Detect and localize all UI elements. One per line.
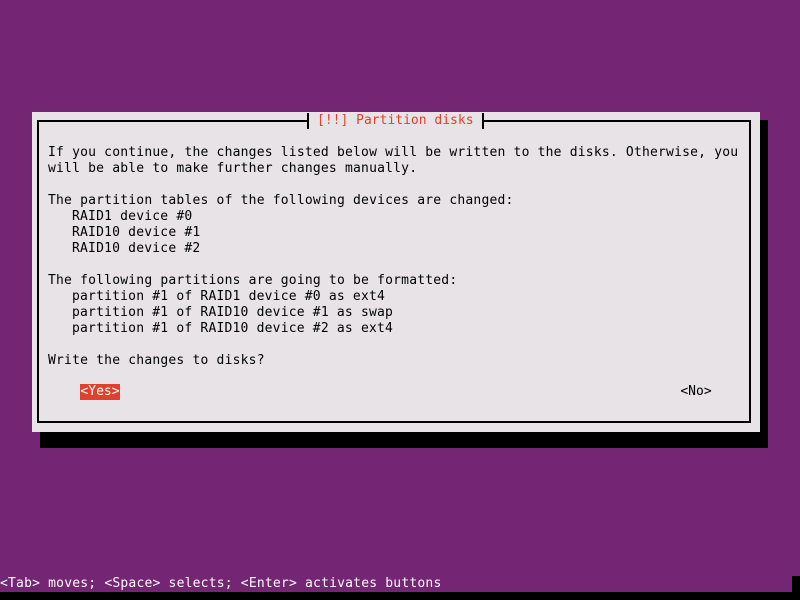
device-item: RAID1 device #0: [72, 209, 193, 224]
device-item: RAID10 device #2: [72, 241, 201, 256]
confirm-question: Write the changes to disks?: [48, 353, 265, 368]
no-button[interactable]: <No>: [680, 384, 712, 400]
device-item: RAID10 device #1: [72, 225, 201, 240]
screen-edge: [792, 576, 800, 600]
partition-item: partition #1 of RAID1 device #0 as ext4: [72, 289, 386, 304]
tables-heading: The partition tables of the following de…: [48, 193, 514, 208]
partition-item: partition #1 of RAID10 device #2 as ext4: [72, 321, 394, 336]
intro-line-1: If you continue, the changes listed belo…: [48, 145, 739, 160]
format-heading: The following partitions are going to be…: [48, 273, 458, 288]
partition-disks-dialog: [!!] Partition disks If you continue, th…: [32, 112, 760, 432]
intro-line-2: will be able to make further changes man…: [48, 161, 418, 176]
partition-item: partition #1 of RAID10 device #1 as swap: [72, 305, 394, 320]
keyboard-help-status-bar: <Tab> moves; <Space> selects; <Enter> ac…: [0, 576, 442, 591]
dialog-title: [!!] Partition disks: [307, 113, 484, 129]
yes-button[interactable]: <Yes>: [80, 384, 120, 400]
